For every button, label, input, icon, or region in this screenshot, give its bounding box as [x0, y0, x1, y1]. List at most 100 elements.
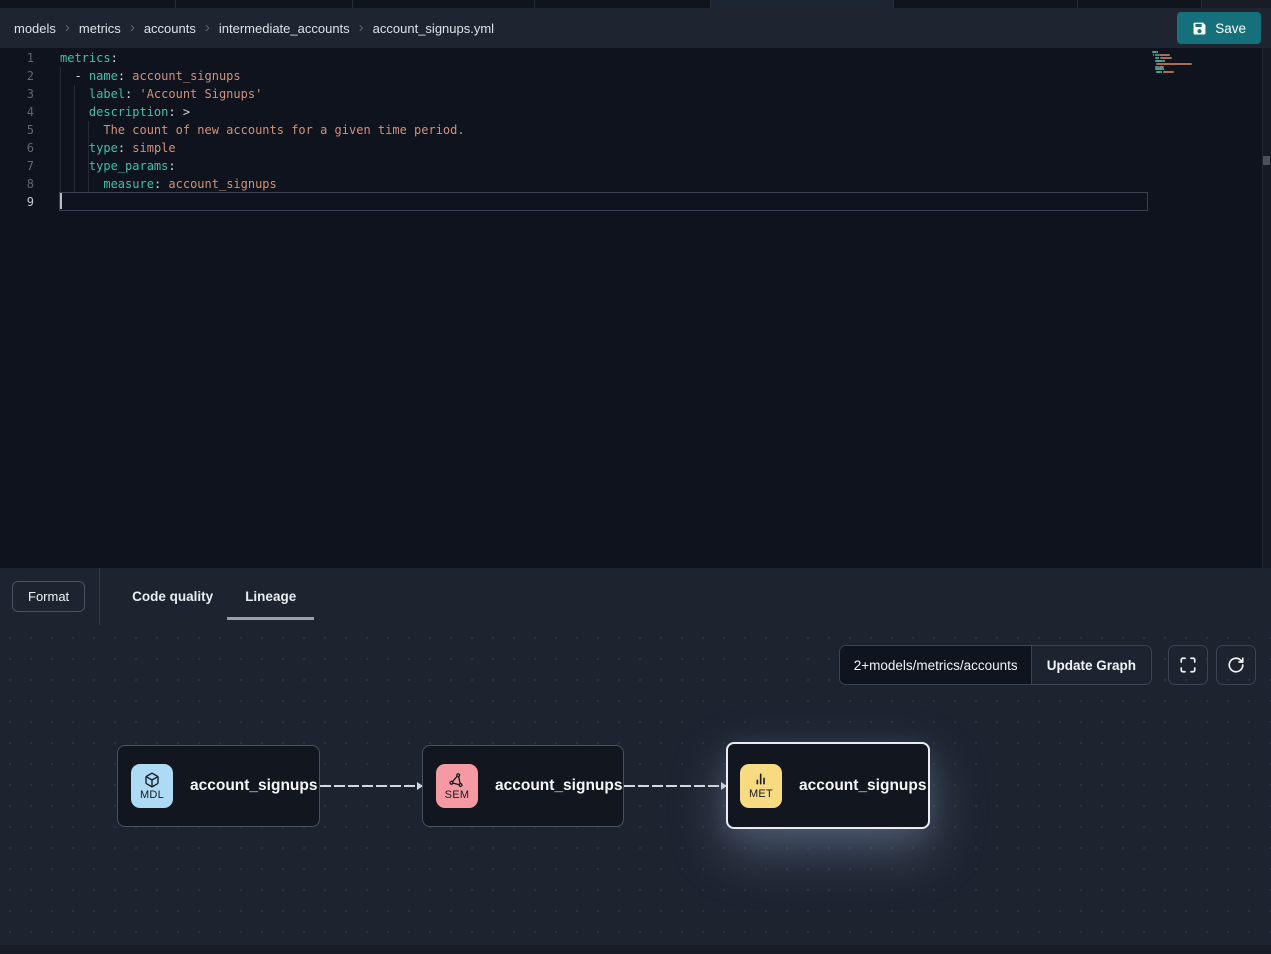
breadcrumb-item[interactable]: accounts: [144, 21, 196, 36]
minimap-line: [1155, 60, 1163, 62]
breadcrumb-item[interactable]: metrics: [79, 21, 121, 36]
metric-chart-icon: [753, 771, 769, 787]
lineage-node-mdl[interactable]: MDL account_signups: [117, 745, 320, 827]
ide-window: models › metrics › accounts › intermediate_acc…: [0, 0, 1271, 954]
code-line[interactable]: 4 description: >: [0, 103, 1271, 121]
minimap-line: [1159, 54, 1170, 56]
node-type-label: MET: [749, 788, 773, 800]
fullscreen-button[interactable]: [1168, 645, 1208, 685]
code-line[interactable]: 3 label: 'Account Signups': [0, 85, 1271, 103]
lineage-node-sem[interactable]: SEM account_signups: [422, 745, 624, 827]
minimap[interactable]: [1152, 51, 1210, 81]
node-type-badge: SEM: [436, 764, 478, 808]
line-number: 2: [0, 67, 34, 85]
node-type-label: SEM: [445, 789, 470, 801]
lineage-edge: [320, 785, 422, 787]
editor-tab[interactable]: [1078, 0, 1202, 8]
node-label: account_signups: [495, 777, 622, 795]
panel-tab-row: Format Code quality Lineage: [0, 568, 1271, 625]
code-line[interactable]: 8 measure: account_signups: [0, 175, 1271, 193]
breadcrumb-separator-icon: ›: [359, 20, 364, 37]
code-text: The count of new accounts for a given ti…: [60, 121, 465, 139]
editor-tab[interactable]: [1202, 0, 1271, 8]
minimap-line: [1163, 68, 1164, 70]
code-text: metrics:: [60, 49, 118, 67]
indent-guide: [88, 121, 89, 193]
minimap-line: [1161, 71, 1162, 73]
tab-lineage[interactable]: Lineage: [245, 589, 296, 604]
code-line[interactable]: 7 type_params:: [0, 157, 1271, 175]
editor-tab[interactable]: [894, 0, 1078, 8]
indent-guide: [60, 67, 61, 193]
active-line-highlight: [59, 192, 1148, 211]
node-label: account_signups: [799, 777, 926, 795]
node-type-badge: MET: [740, 764, 782, 808]
minimap-line: [1157, 51, 1158, 53]
editor-tab[interactable]: [535, 0, 711, 8]
code-line[interactable]: 1 metrics:: [0, 49, 1271, 67]
refresh-graph-button[interactable]: [1216, 645, 1256, 685]
lineage-selector-input[interactable]: [840, 646, 1031, 684]
minimap-line: [1156, 63, 1192, 65]
editor-scrollbar[interactable]: [1262, 48, 1271, 568]
editor-tab-strip: [0, 0, 1271, 8]
minimap-line: [1164, 60, 1165, 62]
editor-tab[interactable]: [711, 0, 894, 8]
minimap-line: [1160, 57, 1172, 59]
code-text: measure: account_signups: [60, 175, 277, 193]
lineage-canvas[interactable]: Update Graph MDLaccount_signupsSEMaccou: [0, 625, 1271, 945]
line-number: 4: [0, 103, 34, 121]
format-button[interactable]: Format: [12, 581, 85, 612]
lineage-selector-group: Update Graph: [839, 645, 1152, 685]
save-button[interactable]: Save: [1177, 12, 1261, 44]
editor-scrollbar-handle[interactable]: [1263, 156, 1270, 165]
code-text: label: 'Account Signups': [60, 85, 262, 103]
save-button-label: Save: [1215, 21, 1246, 36]
minimap-line: [1159, 66, 1163, 68]
breadcrumb-separator-icon: ›: [65, 20, 70, 37]
fullscreen-icon: [1179, 656, 1197, 674]
editor-tab[interactable]: [0, 0, 176, 8]
line-number: 7: [0, 157, 34, 175]
minimap-line: [1163, 71, 1174, 73]
breadcrumb-separator-icon: ›: [205, 20, 210, 37]
breadcrumb-item[interactable]: models: [14, 21, 56, 36]
model-cube-icon: [144, 772, 160, 788]
text-cursor: [60, 193, 62, 209]
line-number: 5: [0, 121, 34, 139]
code-text: description: >: [60, 103, 190, 121]
tab-code-quality[interactable]: Code quality: [132, 589, 213, 604]
node-label: account_signups: [190, 777, 317, 795]
code-editor[interactable]: 1metrics:2 - name: account_signups3 labe…: [0, 48, 1271, 568]
code-line[interactable]: 6 type: simple: [0, 139, 1271, 157]
line-number: 9: [0, 193, 34, 211]
minimap-line: [1155, 68, 1163, 70]
update-graph-button[interactable]: Update Graph: [1031, 646, 1151, 684]
breadcrumb: models › metrics › accounts › intermediate_acc…: [14, 20, 494, 37]
breadcrumb-separator-icon: ›: [130, 20, 135, 37]
breadcrumb-item[interactable]: account_signups.yml: [373, 21, 494, 36]
node-type-label: MDL: [140, 789, 164, 801]
breadcrumb-bar: models › metrics › accounts › intermediate_acc…: [0, 8, 1271, 48]
line-number: 3: [0, 85, 34, 103]
lineage-edge: [624, 785, 726, 787]
save-icon: [1192, 21, 1207, 36]
refresh-icon: [1227, 656, 1245, 674]
line-number: 6: [0, 139, 34, 157]
code-line[interactable]: 5 The count of new accounts for a given …: [0, 121, 1271, 139]
breadcrumb-item[interactable]: intermediate_accounts: [219, 21, 350, 36]
lineage-controls: Update Graph: [839, 645, 1256, 685]
code-text: - name: account_signups: [60, 67, 241, 85]
code-text: type: simple: [60, 139, 176, 157]
line-number: 1: [0, 49, 34, 67]
editor-tab[interactable]: [353, 0, 535, 8]
canvas-bottom-edge: [0, 945, 1271, 954]
node-type-badge: MDL: [131, 764, 173, 808]
lineage-node-met[interactable]: MET account_signups: [726, 742, 930, 829]
editor-tab[interactable]: [176, 0, 353, 8]
line-number: 8: [0, 175, 34, 193]
code-line[interactable]: 2 - name: account_signups: [0, 67, 1271, 85]
code-text: type_params:: [60, 157, 176, 175]
indent-guide: [74, 85, 75, 193]
semantic-model-icon: [449, 772, 465, 788]
